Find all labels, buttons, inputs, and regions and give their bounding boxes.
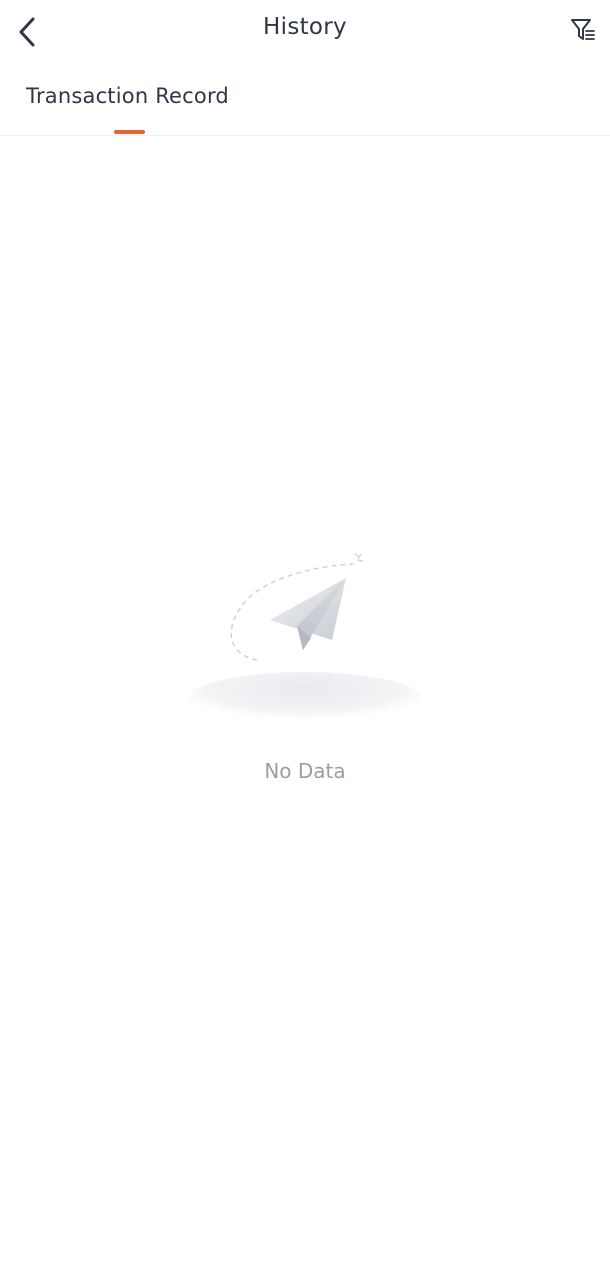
empty-state-text: No Data bbox=[264, 759, 346, 783]
empty-state: No Data bbox=[0, 540, 610, 800]
header-bar: History bbox=[0, 0, 610, 66]
filter-button[interactable] bbox=[568, 14, 598, 46]
tab-transaction-record[interactable]: Transaction Record bbox=[26, 84, 229, 134]
page-title: History bbox=[263, 14, 347, 40]
tab-active-indicator bbox=[114, 130, 145, 134]
history-page: History Transaction Record No Data bbox=[0, 0, 610, 1272]
filter-list-icon bbox=[571, 19, 595, 40]
tab-bar: Transaction Record bbox=[0, 66, 610, 136]
tab-label: Transaction Record bbox=[26, 84, 229, 108]
paper-plane-icon bbox=[187, 553, 423, 720]
